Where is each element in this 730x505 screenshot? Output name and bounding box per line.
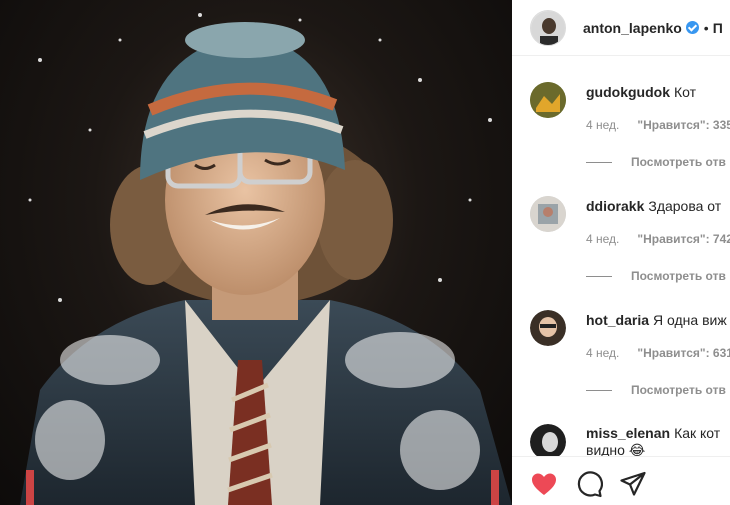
post-header: anton_lapenko • П: [512, 0, 730, 56]
view-replies-button[interactable]: Посмотреть отв: [586, 269, 726, 283]
comments-list: gudokgudok Кот 4 нед. "Нравится": 335 Посм…: [512, 56, 730, 505]
view-replies-button[interactable]: Посмотреть отв: [586, 383, 726, 397]
comment-text: Здарова от: [648, 198, 722, 214]
comment-username[interactable]: hot_daria: [586, 312, 649, 328]
comment-item: ddiorakk Здарова от 4 нед. "Нравится": 742…: [512, 170, 730, 284]
comment-line: miss_elenan Как кот: [586, 425, 720, 441]
commenter-avatar[interactable]: [530, 196, 566, 232]
post-photo[interactable]: [0, 0, 512, 505]
view-replies-label: Посмотреть отв: [631, 155, 726, 169]
comment-line: ddiorakk Здарова от: [586, 198, 721, 214]
comment-text: Как кот: [674, 425, 721, 441]
replies-dash: [586, 389, 612, 391]
comment-meta: 4 нед. "Нравится": 742: [586, 232, 730, 246]
comment-button[interactable]: [575, 470, 603, 498]
share-button[interactable]: [619, 470, 647, 498]
view-replies-button[interactable]: Посмотреть отв: [586, 155, 726, 169]
verified-badge-icon: [685, 21, 699, 34]
like-button[interactable]: [530, 470, 558, 498]
comment-time[interactable]: 4 нед.: [586, 346, 619, 360]
comment-username[interactable]: gudokgudok: [586, 84, 670, 100]
replies-dash: [586, 275, 612, 277]
comment-likes[interactable]: "Нравится": 742: [637, 232, 730, 246]
comment-line: gudokgudok Кот: [586, 84, 696, 100]
replies-dash: [586, 161, 612, 163]
author-username[interactable]: anton_lapenko: [583, 20, 682, 36]
heart-filled-icon: [532, 473, 556, 495]
photo-illustration: [20, 13, 512, 505]
comment-bubble-icon: [577, 471, 603, 498]
comments-panel: anton_lapenko • П gudokgudok Кот 4 нед. "Н…: [512, 0, 730, 505]
commenter-avatar[interactable]: [530, 82, 566, 118]
comment-likes[interactable]: "Нравится": 335: [637, 118, 730, 132]
commenter-avatar[interactable]: [530, 424, 566, 460]
paper-plane-icon: [620, 471, 646, 496]
comment-time[interactable]: 4 нед.: [586, 232, 619, 246]
comment-line: hot_daria Я одна виж: [586, 312, 727, 328]
header-separator: •: [703, 19, 709, 36]
comment-item: hot_daria Я одна виж 4 нед. "Нравится": 63…: [512, 284, 730, 398]
view-replies-label: Посмотреть отв: [631, 269, 726, 283]
comment-username[interactable]: ddiorakk: [586, 198, 644, 214]
post-actions-bar: [512, 456, 730, 505]
follow-button[interactable]: П: [713, 20, 723, 36]
comment-likes[interactable]: "Нравится": 631: [637, 346, 730, 360]
comment-meta: 4 нед. "Нравится": 631: [586, 346, 730, 360]
comment-item: gudokgudok Кот 4 нед. "Нравится": 335 Посм…: [512, 56, 730, 170]
comment-meta: 4 нед. "Нравится": 335: [586, 118, 730, 132]
comment-username[interactable]: miss_elenan: [586, 425, 670, 441]
comment-text: Я одна виж: [653, 312, 727, 328]
comment-text: Кот: [674, 84, 697, 100]
view-replies-label: Посмотреть отв: [631, 383, 726, 397]
commenter-avatar[interactable]: [530, 310, 566, 346]
author-avatar[interactable]: [530, 9, 566, 46]
comment-time[interactable]: 4 нед.: [586, 118, 619, 132]
